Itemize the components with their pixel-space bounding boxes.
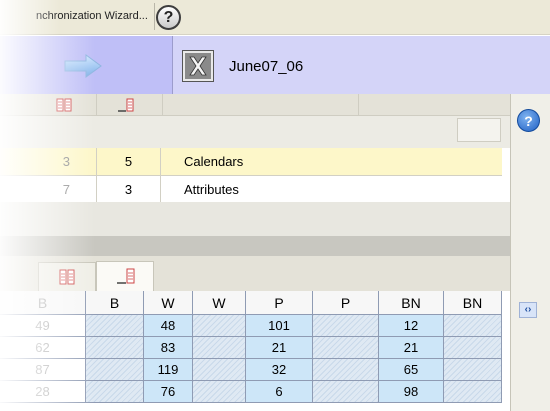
grid-cell-w[interactable]: 48 <box>144 315 193 337</box>
grid-cell-w[interactable]: 76 <box>144 381 193 403</box>
row-index: 3 <box>0 148 97 175</box>
grid-cell-empty[interactable] <box>86 315 144 337</box>
grid-cell-b[interactable]: 87 <box>0 359 86 381</box>
arrow-right-icon[interactable] <box>64 54 102 78</box>
grid-cell-bn[interactable]: 21 <box>379 337 444 359</box>
column-header[interactable]: BN <box>379 291 444 315</box>
data-grid: B B W W P P BN BN 49 48 101 12 62 83 21 21 87 119 32 65 28 76… <box>0 291 502 411</box>
column-header[interactable]: P <box>246 291 313 315</box>
grid-cell-b[interactable]: 28 <box>0 381 86 403</box>
table-row[interactable]: 7 3 Attributes <box>0 176 502 204</box>
grid-cell-empty[interactable] <box>444 315 502 337</box>
row-count: 3 <box>97 176 161 203</box>
column-header[interactable]: P <box>313 291 379 315</box>
tab-export[interactable] <box>96 261 154 292</box>
grid-cell-empty[interactable] <box>86 337 144 359</box>
column-header[interactable]: B <box>86 291 144 315</box>
synchronization-wizard-button[interactable]: nchronization Wizard... <box>36 3 155 30</box>
grid-cell-empty[interactable] <box>86 381 144 403</box>
help-icon[interactable]: ? <box>517 109 540 132</box>
side-panel <box>510 94 550 411</box>
grid-cell-empty[interactable] <box>193 337 246 359</box>
document-icon <box>59 269 75 285</box>
grid-cell-empty[interactable] <box>444 337 502 359</box>
document-icon[interactable] <box>56 98 72 112</box>
grid-cell-w[interactable]: 83 <box>144 337 193 359</box>
tab-documents[interactable] <box>38 262 96 292</box>
grid-cell-b[interactable]: 62 <box>0 337 86 359</box>
filter-box[interactable] <box>457 118 501 142</box>
grid-cell-empty[interactable] <box>444 359 502 381</box>
grid-cell-w[interactable]: 119 <box>144 359 193 381</box>
grid-cell-empty[interactable] <box>313 315 379 337</box>
grid-cell-empty[interactable] <box>193 315 246 337</box>
grid-cell-p[interactable]: 21 <box>246 337 313 359</box>
row-name: Calendars <box>184 154 244 169</box>
tab-divider <box>96 94 97 116</box>
column-header[interactable]: B <box>0 291 86 315</box>
table-row[interactable]: 3 5 Calendars <box>0 148 502 176</box>
column-header[interactable]: W <box>144 291 193 315</box>
grid-cell-empty[interactable] <box>86 359 144 381</box>
grid-cell-bn[interactable]: 12 <box>379 315 444 337</box>
grid-cell-empty[interactable] <box>444 381 502 403</box>
row-count: 5 <box>97 148 161 175</box>
grid-cell-bn[interactable]: 98 <box>379 381 444 403</box>
grid-cell-empty[interactable] <box>193 381 246 403</box>
grid-cell-p[interactable]: 6 <box>246 381 313 403</box>
file-title: June07_06 <box>229 58 304 75</box>
grid-cell-empty[interactable] <box>313 381 379 403</box>
column-header[interactable]: BN <box>444 291 502 315</box>
tab-divider <box>358 94 359 116</box>
section-band <box>0 236 510 256</box>
document-export-icon[interactable] <box>118 98 134 112</box>
column-header[interactable]: W <box>193 291 246 315</box>
tab-divider <box>162 94 163 116</box>
document-export-icon <box>117 268 135 284</box>
excel-icon <box>182 50 214 82</box>
grid-cell-b[interactable]: 49 <box>0 315 86 337</box>
row-name: Attributes <box>184 182 239 197</box>
grid-cell-p[interactable]: 32 <box>246 359 313 381</box>
help-icon[interactable]: ? <box>156 5 181 30</box>
grid-cell-empty[interactable] <box>193 359 246 381</box>
expand-collapse-icon[interactable]: ‹› <box>519 302 537 318</box>
upper-tab-strip <box>0 94 510 116</box>
grid-cell-p[interactable]: 101 <box>246 315 313 337</box>
grid-cell-empty[interactable] <box>313 337 379 359</box>
grid-cell-empty[interactable] <box>313 359 379 381</box>
grid-cell-bn[interactable]: 65 <box>379 359 444 381</box>
row-index: 7 <box>0 176 97 203</box>
